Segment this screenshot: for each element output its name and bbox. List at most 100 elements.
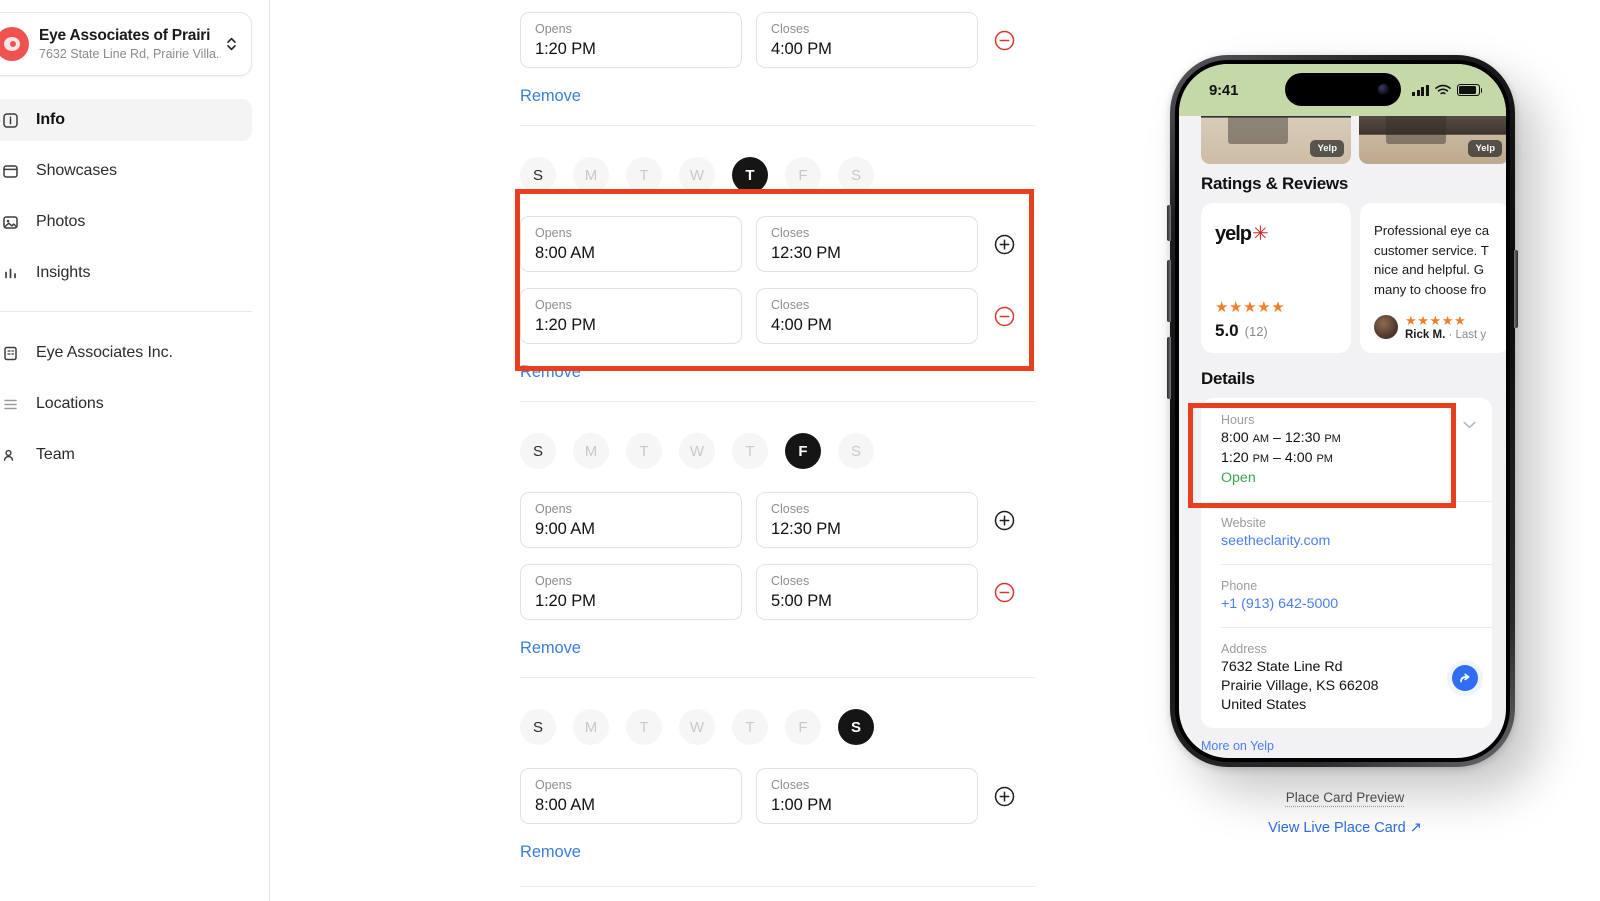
hours-row[interactable]: Hours 8:00 AM – 12:30 PM 1:20 PM – 4:00 … — [1201, 398, 1492, 501]
hours-line-2: 1:20 PM – 4:00 PM — [1221, 449, 1476, 469]
view-live-place-card-link[interactable]: View Live Place Card ↗ — [1140, 820, 1550, 836]
chevron-down-icon[interactable] — [1463, 416, 1476, 434]
time-row: Opens 1:20 PM Closes 4:00 PM — [520, 12, 1050, 68]
group-divider — [520, 886, 1035, 887]
day-toggle-w[interactable]: W — [679, 157, 715, 193]
hours-close-ampm: PM — [1324, 433, 1341, 445]
day-toggle-s2[interactable]: S — [838, 433, 874, 469]
dynamic-island — [1284, 73, 1401, 106]
opens-value: 1:20 PM — [535, 40, 596, 58]
day-toggle-w[interactable]: W — [679, 433, 715, 469]
day-toggle-t2[interactable]: T — [732, 433, 768, 469]
sidebar-label-info: Info — [36, 111, 65, 128]
opens-field[interactable]: Opens 9:00 AM — [520, 492, 742, 548]
day-toggle-m[interactable]: M — [573, 709, 609, 745]
remove-link[interactable]: Remove — [520, 363, 581, 382]
more-on-yelp-link[interactable]: More on Yelp — [1179, 728, 1506, 758]
phone-power-button — [1514, 250, 1518, 328]
day-toggle-m[interactable]: M — [573, 433, 609, 469]
sidebar-item-eye-associates-inc[interactable]: Eye Associates Inc. — [0, 332, 252, 374]
day-toggle-f[interactable]: F — [785, 433, 821, 469]
opens-label: Opens — [535, 226, 572, 240]
remove-link[interactable]: Remove — [520, 87, 581, 106]
remove-row-button[interactable] — [993, 581, 1015, 603]
team-icon — [0, 445, 20, 465]
day-toggle-s2[interactable]: S — [838, 157, 874, 193]
opens-field[interactable]: Opens 1:20 PM — [520, 12, 742, 68]
remove-link[interactable]: Remove — [520, 843, 581, 862]
business-name: Eye Associates of Prairi — [39, 26, 211, 44]
opens-field[interactable]: Opens 1:20 PM — [520, 564, 742, 620]
business-switcher[interactable]: Eye Associates of Prairi 7632 State Line… — [0, 12, 252, 76]
day-toggle-t1[interactable]: T — [626, 433, 662, 469]
yelp-burst-icon: ✳ — [1252, 223, 1269, 245]
website-row[interactable]: Website seetheclarity.com — [1201, 501, 1492, 564]
day-selector-friday: S M T W T F S — [520, 433, 1050, 469]
day-toggle-m[interactable]: M — [573, 157, 609, 193]
opens-label: Opens — [535, 574, 572, 588]
yelp-rating-card[interactable]: yelp✳ ★★★★★ 5.0 (12) — [1201, 203, 1351, 353]
remove-row-button[interactable] — [993, 29, 1015, 51]
opens-field[interactable]: Opens 1:20 PM — [520, 288, 742, 344]
day-toggle-s1[interactable]: S — [520, 709, 556, 745]
preview-scroll-content[interactable]: Yelp Yelp Ratings & Reviews yelp✳ ★★★★★ … — [1179, 64, 1506, 758]
day-toggle-t2[interactable]: T — [732, 157, 768, 193]
ratings-section-title: Ratings & Reviews — [1201, 174, 1349, 193]
day-toggle-s2[interactable]: S — [838, 709, 874, 745]
closes-value: 1:00 PM — [771, 796, 832, 814]
remove-row-button[interactable] — [993, 305, 1015, 327]
status-time: 9:41 — [1209, 81, 1239, 99]
phone-mute-switch — [1167, 205, 1171, 241]
closes-field[interactable]: Closes 12:30 PM — [756, 492, 978, 548]
sidebar-item-team[interactable]: Team — [0, 434, 252, 476]
sidebar-item-locations[interactable]: Locations — [0, 383, 252, 425]
closes-field[interactable]: Closes 12:30 PM — [756, 216, 978, 272]
review-text: Professional eye ca customer service. T … — [1374, 223, 1490, 297]
hours-group-saturday: S M T W T F S Opens 8:00 AM Closes 1:00 — [520, 678, 1050, 862]
hours-dash: – — [1273, 430, 1281, 446]
sidebar-label-insights: Insights — [36, 264, 91, 281]
day-toggle-t2[interactable]: T — [732, 709, 768, 745]
sidebar-item-photos[interactable]: Photos — [0, 201, 252, 243]
closes-field[interactable]: Closes 1:00 PM — [756, 768, 978, 824]
opens-label: Opens — [535, 502, 572, 516]
day-toggle-f[interactable]: F — [785, 157, 821, 193]
chevron-updown-icon[interactable] — [221, 30, 241, 58]
directions-button[interactable] — [1452, 664, 1478, 691]
day-toggle-f[interactable]: F — [785, 709, 821, 745]
address-row[interactable]: Address 7632 State Line Rd Prairie Villa… — [1201, 627, 1492, 728]
sidebar-item-info[interactable]: Info — [0, 99, 252, 141]
day-toggle-t1[interactable]: T — [626, 157, 662, 193]
closes-label: Closes — [771, 22, 810, 36]
hours-group-thursday: S M T W T F S Opens 8:00 AM Closes 12:30 — [520, 126, 1050, 382]
sidebar-label-showcases: Showcases — [36, 162, 117, 179]
closes-label: Closes — [771, 502, 810, 516]
closes-field[interactable]: Closes 4:00 PM — [756, 12, 978, 68]
day-toggle-s1[interactable]: S — [520, 157, 556, 193]
website-value[interactable]: seetheclarity.com — [1221, 532, 1476, 551]
photos-icon — [0, 212, 20, 232]
battery-icon — [1457, 84, 1483, 96]
add-row-button[interactable] — [993, 233, 1015, 255]
day-toggle-w[interactable]: W — [679, 709, 715, 745]
opens-field[interactable]: Opens 8:00 AM — [520, 216, 742, 272]
opens-label: Opens — [535, 298, 572, 312]
sidebar-item-insights[interactable]: Insights — [0, 252, 252, 294]
add-row-button[interactable] — [993, 509, 1015, 531]
add-row-button[interactable] — [993, 785, 1015, 807]
sidebar-item-showcases[interactable]: Showcases — [0, 150, 252, 192]
review-author: Rick M. — [1405, 329, 1446, 341]
opens-field[interactable]: Opens 8:00 AM — [520, 768, 742, 824]
phone-value[interactable]: +1 (913) 642-5000 — [1221, 595, 1476, 614]
day-toggle-s1[interactable]: S — [520, 433, 556, 469]
yelp-attribution-tag: Yelp — [1310, 140, 1344, 157]
closes-field[interactable]: Closes 4:00 PM — [756, 288, 978, 344]
closes-field[interactable]: Closes 5:00 PM — [756, 564, 978, 620]
review-card[interactable]: Professional eye ca customer service. T … — [1360, 203, 1506, 353]
closes-value: 12:30 PM — [771, 520, 841, 538]
remove-link[interactable]: Remove — [520, 639, 581, 658]
day-toggle-t1[interactable]: T — [626, 709, 662, 745]
showcase-icon — [0, 161, 20, 181]
closes-value: 4:00 PM — [771, 40, 832, 58]
phone-row[interactable]: Phone +1 (913) 642-5000 — [1201, 564, 1492, 627]
